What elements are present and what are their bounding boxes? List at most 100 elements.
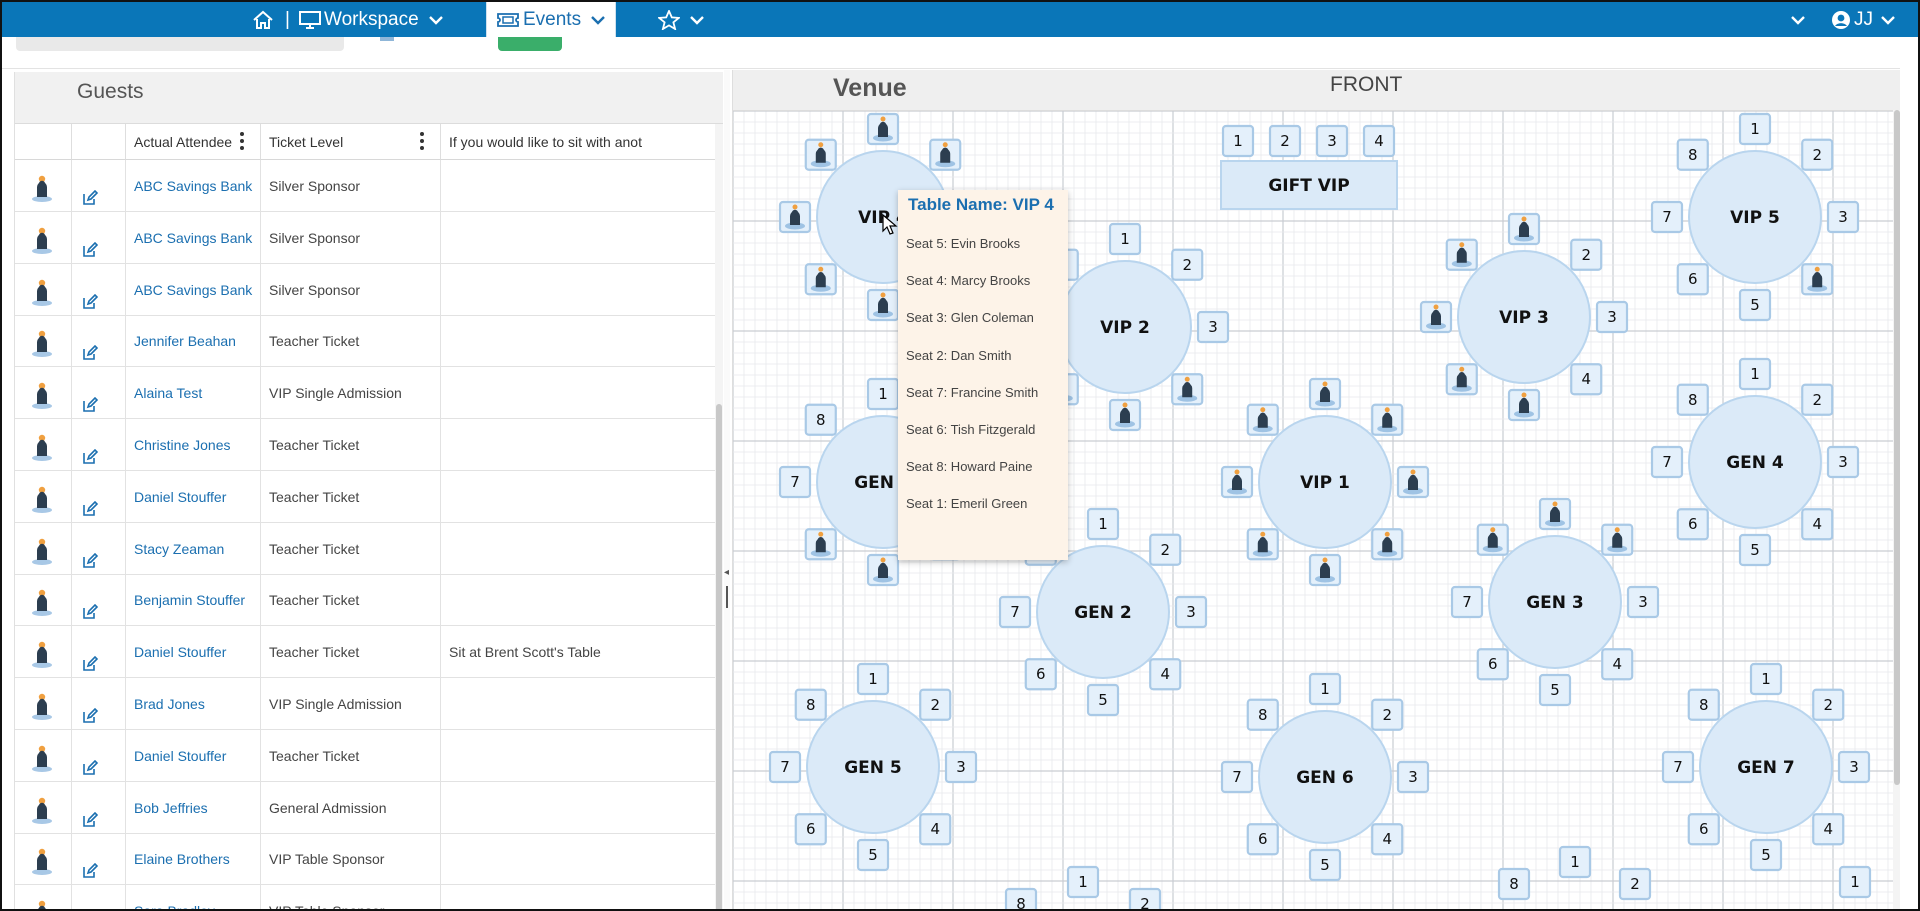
guest-row[interactable]: Brad Jones VIP Single Admission <box>15 678 715 730</box>
gift-seat[interactable]: 3 <box>1315 124 1349 158</box>
seat[interactable]: 5 <box>856 838 890 872</box>
seat[interactable] <box>1507 388 1541 422</box>
partial-seat[interactable]: 8 <box>1497 867 1531 901</box>
seat[interactable]: 8 <box>794 688 827 721</box>
seat[interactable]: 4 <box>1601 648 1634 681</box>
seat[interactable] <box>804 263 837 296</box>
attendee-name[interactable]: Elaine Brothers <box>126 833 261 886</box>
partial-seat[interactable]: 1 <box>1558 845 1592 879</box>
guest-row[interactable]: Bob Jeffries General Admission <box>15 781 715 834</box>
seat[interactable]: 5 <box>1538 673 1572 707</box>
guest-row[interactable]: Daniel Stouffer Teacher Ticket <box>15 470 715 523</box>
seat[interactable]: 8 <box>1246 698 1279 731</box>
seat[interactable] <box>804 528 837 561</box>
seat[interactable]: 1 <box>1738 112 1772 146</box>
events-menu[interactable]: Events <box>486 2 617 37</box>
attendee-name[interactable]: Sara Bradley <box>126 885 261 909</box>
seat[interactable] <box>1445 363 1478 396</box>
seat[interactable]: 6 <box>1687 813 1720 846</box>
column-header-attendee[interactable]: Actual Attendee <box>126 124 261 160</box>
guest-row[interactable]: Stacy Zeaman Teacher Ticket <box>15 522 715 575</box>
edit-icon[interactable] <box>82 641 99 678</box>
partial-seat[interactable]: 1 <box>1838 865 1872 899</box>
seat[interactable]: 7 <box>1650 445 1684 479</box>
user-menu[interactable]: JJ <box>1831 2 1895 37</box>
attendee-name[interactable]: ABC Savings Bank <box>126 211 261 264</box>
splitter-handle[interactable] <box>726 586 728 608</box>
edit-cell[interactable] <box>72 522 126 575</box>
guest-row[interactable]: ABC Savings Bank Silver Sponsor <box>15 160 715 212</box>
seat[interactable]: 6 <box>1246 823 1279 856</box>
seat[interactable]: 3 <box>1837 750 1871 784</box>
seat[interactable] <box>1246 403 1279 436</box>
seat[interactable]: 1 <box>1738 357 1772 391</box>
seat[interactable] <box>1476 523 1509 556</box>
seat[interactable]: 2 <box>1570 238 1603 271</box>
attendee-name[interactable]: Jennifer Beahan <box>126 315 261 368</box>
edit-icon[interactable] <box>82 538 99 575</box>
seat[interactable] <box>1396 465 1430 499</box>
seat[interactable]: 5 <box>1738 533 1772 567</box>
attendee-name[interactable]: Stacy Zeaman <box>126 522 261 575</box>
seat[interactable] <box>1445 238 1478 271</box>
guests-scrollbar[interactable] <box>715 124 723 909</box>
seat[interactable] <box>1507 212 1541 246</box>
gift-seat[interactable]: 2 <box>1268 124 1302 158</box>
seat[interactable] <box>1108 398 1142 432</box>
edit-icon[interactable] <box>82 745 99 782</box>
seat[interactable]: 4 <box>1149 658 1182 691</box>
seat[interactable]: 4 <box>1801 508 1834 541</box>
seat[interactable]: 8 <box>804 403 837 436</box>
edit-cell[interactable] <box>72 419 126 471</box>
seat[interactable]: 1 <box>1086 507 1120 541</box>
column-header-seating-request[interactable]: If you would like to sit with anot <box>441 124 715 160</box>
seat[interactable] <box>1171 373 1204 406</box>
gift-seat[interactable]: 4 <box>1362 124 1396 158</box>
seat[interactable]: 7 <box>778 465 812 499</box>
edit-icon[interactable] <box>82 848 99 885</box>
attendee-name[interactable]: ABC Savings Bank <box>126 160 261 212</box>
seat[interactable]: 5 <box>1086 683 1120 717</box>
workspace-menu[interactable]: Workspace <box>299 2 443 37</box>
seat[interactable]: 2 <box>1171 248 1204 281</box>
action-button[interactable] <box>498 37 562 51</box>
guest-row[interactable]: Elaine Brothers VIP Table Sponsor <box>15 833 715 886</box>
seat[interactable]: 2 <box>1812 688 1845 721</box>
seat[interactable]: 7 <box>1661 750 1695 784</box>
seat[interactable]: 6 <box>1676 263 1709 296</box>
seat[interactable]: 4 <box>919 813 952 846</box>
panel-splitter[interactable]: ◂ <box>724 70 730 909</box>
edit-icon[interactable] <box>82 486 99 523</box>
edit-icon[interactable] <box>82 589 99 626</box>
seat[interactable]: 2 <box>919 688 952 721</box>
edit-cell[interactable] <box>72 263 126 316</box>
seat[interactable]: 3 <box>1626 585 1660 619</box>
column-menu-icon[interactable] <box>240 132 244 150</box>
seat[interactable]: 5 <box>1308 848 1342 882</box>
edit-icon[interactable] <box>82 227 99 264</box>
seat[interactable]: 6 <box>1476 648 1509 681</box>
guest-row[interactable]: Daniel Stouffer Teacher Ticket <box>15 729 715 782</box>
edit-icon[interactable] <box>82 175 99 212</box>
seat[interactable]: 3 <box>1396 760 1430 794</box>
gift-seat[interactable]: 1 <box>1221 124 1255 158</box>
seat[interactable] <box>804 138 837 171</box>
edit-icon[interactable] <box>82 434 99 471</box>
edit-cell[interactable] <box>72 574 126 627</box>
attendee-name[interactable]: Alaina Test <box>126 367 261 420</box>
seat[interactable] <box>1220 465 1254 499</box>
column-menu-icon[interactable] <box>420 132 424 150</box>
seat[interactable]: 8 <box>1687 688 1720 721</box>
seat[interactable]: 1 <box>1749 662 1783 696</box>
edit-icon[interactable] <box>82 900 98 909</box>
edit-icon[interactable] <box>82 279 99 316</box>
seat[interactable]: 6 <box>1024 658 1057 691</box>
attendee-name[interactable]: Christine Jones <box>126 419 261 471</box>
guest-row[interactable]: Sara BradleyVIP Table Sponsor <box>15 885 715 909</box>
attendee-name[interactable]: Daniel Stouffer <box>126 729 261 782</box>
guest-row[interactable]: Daniel Stouffer Teacher Ticket Sit at Bren… <box>15 626 715 679</box>
attendee-name[interactable]: ABC Savings Bank <box>126 263 261 316</box>
seat[interactable] <box>1601 523 1634 556</box>
partial-seat[interactable]: 2 <box>1618 867 1652 901</box>
seat[interactable] <box>866 288 900 322</box>
